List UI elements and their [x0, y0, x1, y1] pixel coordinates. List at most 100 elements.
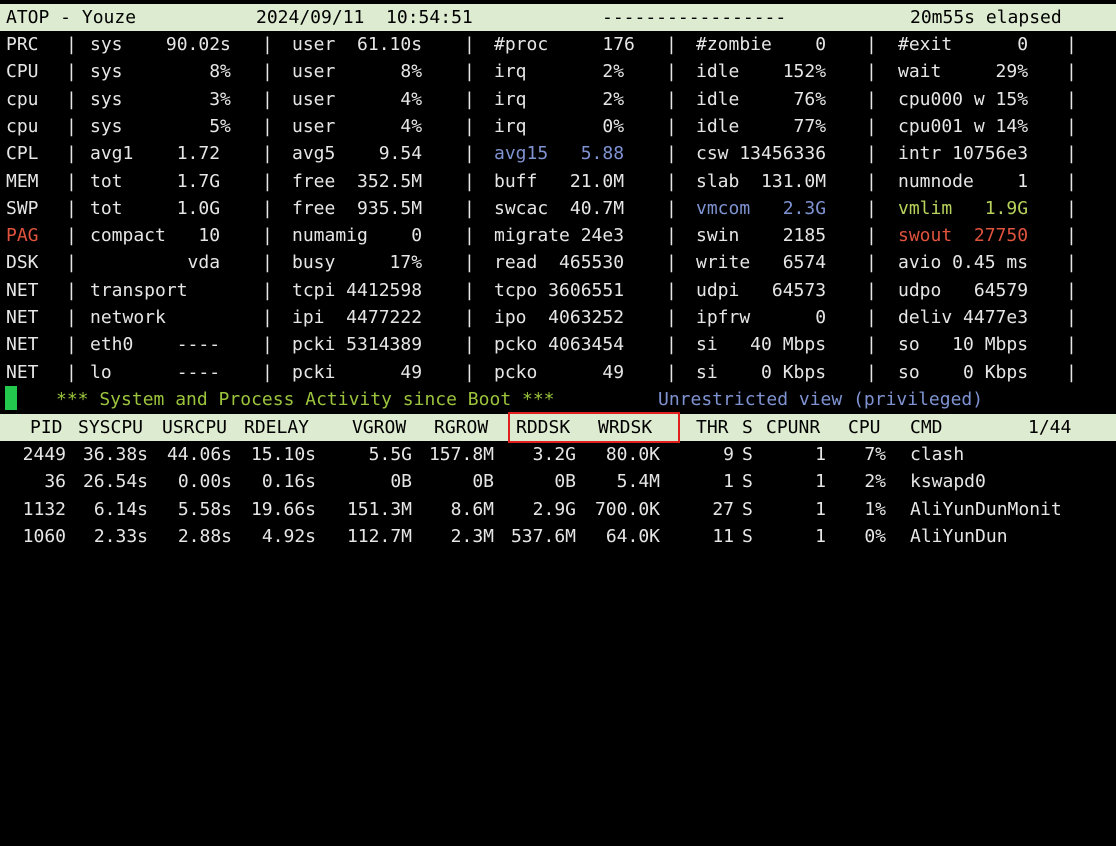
proc-thr: 27	[712, 498, 734, 520]
column-separator: |	[66, 61, 77, 83]
stat-label: SWP	[6, 197, 39, 219]
proc-cmd: kswapd0	[910, 471, 986, 493]
stat-value: free 935.5M	[292, 197, 423, 219]
column-separator: |	[866, 361, 877, 383]
proc-pid: 2449	[22, 444, 66, 465]
proc-pid: 36	[44, 471, 66, 493]
column-separator: |	[666, 61, 677, 83]
col-rdelay[interactable]: RDELAY	[244, 414, 309, 441]
column-separator: |	[66, 115, 77, 137]
stat-value: compact 10	[90, 225, 221, 247]
stat-row-net: NET eth0 ---- pcki 5314389 pcko 4063454 si 4…	[0, 331, 1116, 358]
stat-value: tcpi 4412598	[292, 279, 423, 301]
stat-value: avio 0.45 ms	[898, 252, 1029, 274]
stat-value: numamig 0	[292, 225, 423, 247]
column-separator: |	[1066, 225, 1077, 247]
column-separator: |	[866, 61, 877, 83]
stat-value: cpu001 w 14%	[898, 115, 1029, 137]
stat-label: CPU	[6, 61, 39, 83]
col-pid[interactable]: PID	[30, 414, 63, 441]
column-separator: |	[262, 307, 273, 328]
col-cpunr[interactable]: CPUNR	[766, 414, 820, 441]
stat-value: deliv 4477e3	[898, 307, 1029, 328]
stat-label: MEM	[6, 170, 39, 192]
stat-value: avg15 5.88	[494, 143, 625, 165]
proc-rgrow: 8.6M	[450, 498, 494, 520]
stat-value: si 0 Kbps	[696, 361, 827, 383]
stat-value: vmlim 1.9G	[898, 197, 1029, 219]
proc-cmd: clash	[910, 444, 965, 465]
stat-value: irq 2%	[494, 88, 625, 110]
col-vgrow[interactable]: VGROW	[352, 414, 406, 441]
stat-label: PRC	[6, 34, 39, 55]
proc-wrdsk: 64.0K	[605, 525, 660, 547]
host-title: ATOP - Youze	[6, 7, 137, 28]
column-separator: |	[66, 361, 77, 383]
stat-value: udpi 64573	[696, 279, 827, 301]
column-separator: |	[464, 115, 475, 137]
column-separator: |	[66, 279, 77, 301]
col-usrcpu[interactable]: USRCPU	[162, 414, 227, 441]
datetime: 2024/09/11 10:54:51	[256, 7, 473, 28]
stat-value: swcac 40.7M	[494, 197, 625, 219]
stat-value: avg1 1.72	[90, 143, 221, 165]
stat-value: migrate 24e3	[494, 225, 625, 247]
column-separator: |	[866, 279, 877, 301]
highlight-box	[508, 412, 680, 443]
stat-label: NET	[6, 307, 39, 328]
column-separator: |	[464, 225, 475, 247]
column-separator: |	[1066, 170, 1077, 192]
stat-value: cpu000 w 15%	[898, 88, 1029, 110]
proc-thr: 11	[712, 525, 734, 547]
stat-value: network	[90, 307, 166, 328]
col-cpu[interactable]: CPU	[848, 414, 881, 441]
column-separator: |	[866, 34, 877, 55]
activity-banner: *** System and Process Activity since Bo…	[0, 386, 1116, 413]
column-separator: |	[66, 197, 77, 219]
column-separator: |	[666, 143, 677, 165]
proc-state: S	[742, 444, 753, 465]
proc-cpu: 2%	[864, 471, 886, 493]
column-separator: |	[1066, 34, 1077, 55]
proc-syscpu: 26.54s	[82, 471, 148, 493]
proc-rgrow: 157.8M	[428, 444, 494, 465]
stat-value: user 4%	[292, 115, 423, 137]
proc-cmd: AliYunDun	[910, 525, 1008, 547]
col-syscpu[interactable]: SYSCPU	[78, 414, 143, 441]
column-separator: |	[666, 170, 677, 192]
proc-wrdsk: 700.0K	[594, 498, 660, 520]
stat-value: pcki 49	[292, 361, 423, 383]
column-separator: |	[866, 225, 877, 247]
col-cmd[interactable]: CMD	[910, 414, 943, 441]
stat-label: NET	[6, 361, 39, 383]
process-row[interactable]: 2449 36.38s 44.06s 15.10s 5.5G 157.8M 3.2G 80.0…	[0, 441, 1116, 468]
process-row[interactable]: 1132 6.14s 5.58s 19.66s 151.3M 8.6M 2.9G 700.0K…	[0, 496, 1116, 523]
stat-value: transport	[90, 279, 188, 301]
proc-vgrow: 151.3M	[346, 498, 412, 520]
column-separator: |	[666, 225, 677, 247]
process-row[interactable]: 36 26.54s 0.00s 0.16s 0B 0B 0B 5.4M 1 1 2% Skswapd0	[0, 468, 1116, 495]
proc-rddsk: 0B	[554, 471, 576, 493]
stat-row-net: NET lo ---- pcki 49 pcko 49 si 0 Kbps so 0 Kb…	[0, 359, 1116, 386]
proc-usrcpu: 5.58s	[177, 498, 232, 520]
stat-label: cpu	[6, 88, 39, 110]
stat-value: sys 90.02s	[90, 34, 231, 55]
stat-value: slab 131.0M	[696, 170, 827, 192]
column-separator: |	[1066, 252, 1077, 274]
column-separator: |	[464, 143, 475, 165]
stat-value: ipi 4477222	[292, 307, 423, 328]
column-separator: |	[666, 115, 677, 137]
column-separator: |	[866, 307, 877, 328]
proc-cpunr: 1	[815, 498, 826, 520]
column-separator: |	[1066, 115, 1077, 137]
column-separator: |	[1066, 88, 1077, 110]
col-state[interactable]: S	[742, 414, 753, 441]
column-separator: |	[262, 334, 273, 356]
col-thr[interactable]: THR	[696, 414, 729, 441]
stat-row-prc: PRC sys 90.02s user 61.10s #proc 176 #zombie…	[0, 31, 1116, 58]
proc-cpu: 0%	[864, 525, 886, 547]
column-separator: |	[262, 279, 273, 301]
proc-rdelay: 4.92s	[261, 525, 316, 547]
process-row[interactable]: 1060 2.33s 2.88s 4.92s 112.7M 2.3M 537.6M 64.0K…	[0, 523, 1116, 550]
col-rgrow[interactable]: RGROW	[434, 414, 488, 441]
